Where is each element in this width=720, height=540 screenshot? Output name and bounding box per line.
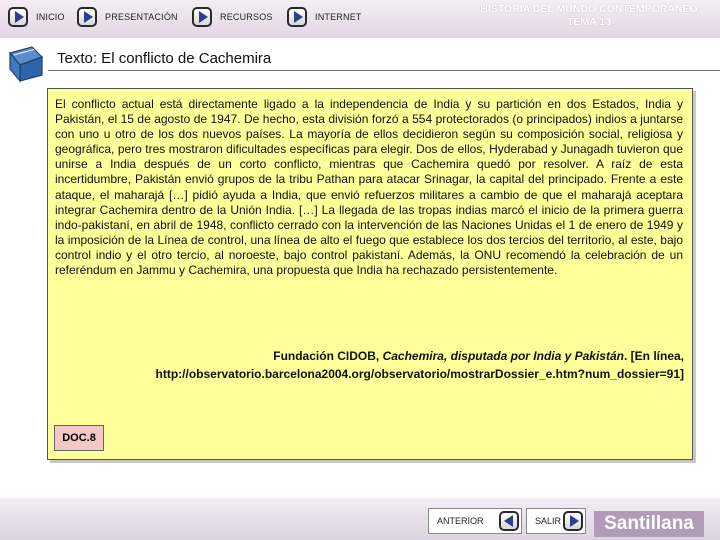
exit-button[interactable]: SALIR [526, 508, 586, 534]
book-icon [8, 46, 44, 83]
document-panel: El conflicto actual está directamente li… [47, 88, 693, 460]
play-arrow-icon [77, 7, 97, 27]
nav-presentacion-button[interactable]: PRESENTACIÓN [77, 4, 178, 30]
nav-inicio-button[interactable]: INICIO [8, 4, 65, 30]
doc-badge: DOC.8 [54, 425, 104, 451]
section-title: Texto: El conflicto de Cachemira [57, 50, 272, 67]
previous-button[interactable]: ANTERIOR [428, 508, 522, 534]
header-title: HISTORIA DEL MUNDO CONTEMPORÁNEO TEMA 13 [450, 3, 720, 29]
nav-internet-label: INTERNET [315, 12, 362, 22]
nav-internet-button[interactable]: INTERNET [287, 4, 362, 30]
nav-recursos-label: RECURSOS [220, 12, 273, 22]
play-arrow-icon [192, 7, 212, 27]
top-navigation-bar: INICIO PRESENTACIÓN RECURSOS INTERNET HI… [0, 0, 720, 38]
arrow-left-icon [499, 511, 519, 531]
previous-label: ANTERIOR [437, 516, 484, 526]
exit-label: SALIR [535, 516, 562, 526]
source-url: http://observatorio.barcelona2004.org/ob… [155, 367, 685, 381]
source-title: Cachemira, disputada por India y Pakistá… [382, 349, 624, 363]
play-arrow-icon [8, 7, 28, 27]
header-subject: HISTORIA DEL MUNDO CONTEMPORÁNEO [480, 3, 698, 15]
source-citation: Fundación CIDOB, Cachemira, disputada po… [56, 347, 684, 365]
nav-recursos-button[interactable]: RECURSOS [192, 4, 273, 30]
play-arrow-icon [287, 7, 307, 27]
header-unit: TEMA 13 [567, 16, 611, 28]
brand-logo: Santillana [594, 511, 704, 537]
document-body: El conflicto actual está directamente li… [55, 97, 683, 278]
nav-presentacion-label: PRESENTACIÓN [105, 12, 178, 22]
title-divider [48, 70, 720, 71]
arrow-right-icon [563, 511, 583, 531]
source-prefix: Fundación CIDOB, [273, 349, 383, 363]
document-source: Fundación CIDOB, Cachemira, disputada po… [56, 347, 685, 383]
nav-inicio-label: INICIO [36, 12, 65, 22]
source-suffix: . [En línea, [623, 349, 684, 363]
